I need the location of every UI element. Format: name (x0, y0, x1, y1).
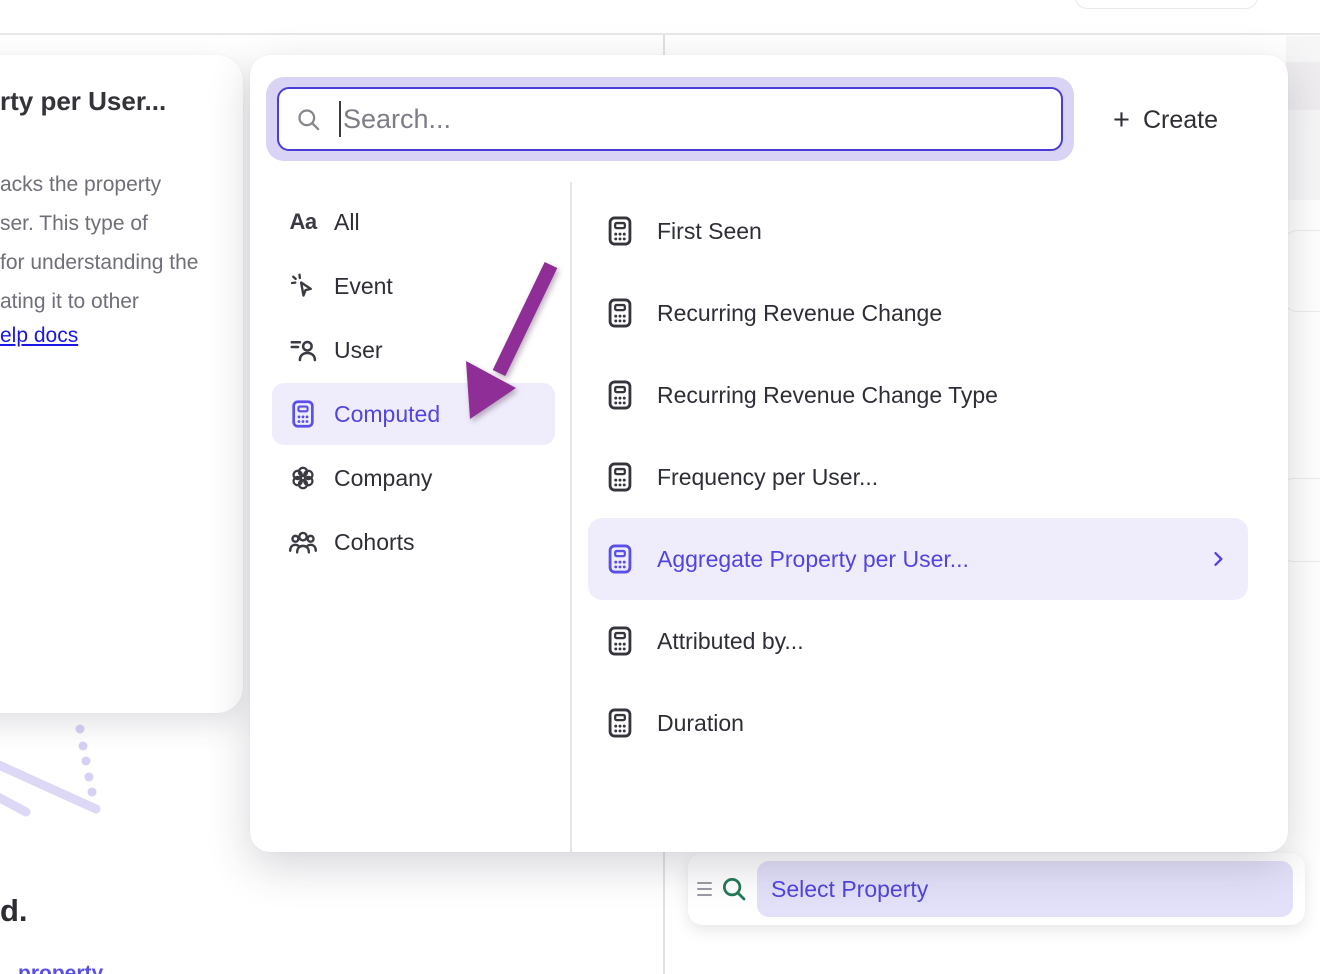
screen: d. property rty per User... acks the pro… (0, 0, 1320, 974)
modal-column-divider (570, 182, 572, 852)
magnifier-green-icon (719, 874, 749, 904)
category-item-all[interactable]: Aa All (272, 191, 555, 253)
tooltip-body: acks the property ser. This type of for … (0, 165, 198, 321)
select-property-card: Select Property (688, 853, 1305, 925)
calculator-icon (603, 214, 637, 248)
search-focus-ring (266, 77, 1074, 161)
property-item-recurring-revenue-change-type[interactable]: Recurring Revenue Change Type (588, 354, 1248, 436)
property-item-first-seen[interactable]: First Seen (588, 190, 1248, 272)
menu-lines-icon (697, 882, 712, 897)
calculator-icon (603, 542, 637, 576)
property-item-frequency-per-user[interactable]: Frequency per User... (588, 436, 1248, 518)
property-item-recurring-revenue-change[interactable]: Recurring Revenue Change (588, 272, 1248, 354)
property-item-aggregate-property-per-user[interactable]: Aggregate Property per User... (588, 518, 1248, 600)
property-list: First Seen Recurring Revenue Change (588, 190, 1248, 764)
search-box[interactable] (277, 87, 1063, 151)
category-item-computed[interactable]: Computed (272, 383, 555, 445)
calculator-icon (603, 296, 637, 330)
category-item-company[interactable]: Company (272, 447, 555, 509)
background-band (1286, 36, 1320, 200)
calculator-icon (286, 397, 320, 431)
chevron-right-icon (1208, 549, 1228, 569)
search-input[interactable] (341, 104, 1061, 135)
help-docs-link[interactable]: elp docs (0, 324, 78, 348)
background-band (1286, 62, 1320, 110)
search-icon (295, 106, 322, 133)
property-picker-modal: + Create Aa All Event (250, 55, 1288, 852)
property-item-duration[interactable]: Duration (588, 682, 1248, 764)
calculator-icon (603, 378, 637, 412)
create-button[interactable]: + Create (1113, 99, 1218, 141)
property-item-attributed-by[interactable]: Attributed by... (588, 600, 1248, 682)
text-aa-icon: Aa (286, 205, 320, 239)
tooltip-title: rty per User... (0, 86, 166, 117)
cursor-click-icon (286, 269, 320, 303)
user-list-icon (286, 333, 320, 367)
cohorts-people-icon (286, 525, 320, 559)
category-item-cohorts[interactable]: Cohorts (272, 511, 555, 573)
background-link-fragment: property (18, 962, 103, 974)
company-cluster-icon (286, 461, 320, 495)
background-divider-horizontal (0, 33, 1320, 35)
category-item-event[interactable]: Event (272, 255, 555, 317)
plus-icon: + (1113, 106, 1130, 135)
background-pill-edge (1075, 0, 1258, 9)
category-list: Aa All Event (272, 191, 555, 575)
category-item-user[interactable]: User (272, 319, 555, 381)
calculator-icon (603, 460, 637, 494)
background-heading-fragment: d. (0, 893, 28, 929)
property-tooltip-card: rty per User... acks the property ser. T… (0, 55, 243, 713)
select-property-button[interactable]: Select Property (757, 861, 1293, 917)
calculator-icon (603, 706, 637, 740)
calculator-icon (603, 624, 637, 658)
